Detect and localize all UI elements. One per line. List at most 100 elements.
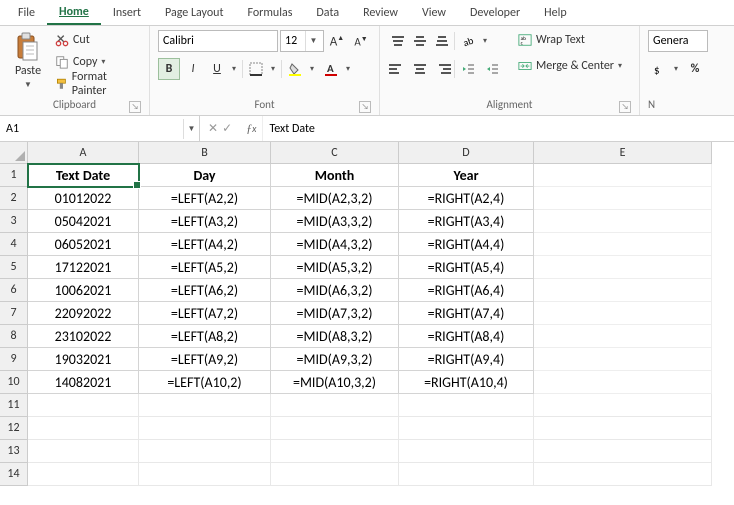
row-header-12[interactable]: 12 [0,417,28,440]
cell-C8[interactable]: =MID(A8,3,2) [271,325,399,348]
select-all-button[interactable] [0,142,28,164]
cell-B8[interactable]: =LEFT(A8,2) [139,325,271,348]
tab-insert[interactable]: Insert [101,0,153,25]
align-top-button[interactable] [388,32,408,50]
tab-home[interactable]: Home [47,0,101,25]
cell-C7[interactable]: =MID(A7,3,2) [271,302,399,325]
increase-font-button[interactable]: A▲ [326,30,348,52]
cell-D3[interactable]: =RIGHT(A3,4) [399,210,534,233]
row-header-6[interactable]: 6 [0,279,28,302]
cell-D4[interactable]: =RIGHT(A4,4) [399,233,534,256]
cell-E8[interactable] [534,325,712,348]
cell-B13[interactable] [139,440,271,463]
cell-B6[interactable]: =LEFT(A6,2) [139,279,271,302]
fx-icon[interactable]: ƒx [240,116,263,141]
font-size-input[interactable] [281,31,305,51]
cell-E14[interactable] [534,463,712,486]
align-right-button[interactable] [432,60,452,78]
column-header-A[interactable]: A [28,142,139,164]
cell-D11[interactable] [399,394,534,417]
cell-C2[interactable]: =MID(A2,3,2) [271,187,399,210]
tab-page-layout[interactable]: Page Layout [153,0,235,25]
cell-A13[interactable] [28,440,139,463]
cell-E5[interactable] [534,256,712,279]
tab-review[interactable]: Review [351,0,410,25]
cell-A7[interactable]: 22092022 [28,302,139,325]
orientation-button[interactable]: ab [457,30,479,52]
dialog-launcher-icon[interactable]: ↘ [359,101,371,113]
italic-button[interactable]: I [182,58,204,80]
align-bottom-button[interactable] [432,32,452,50]
orientation-menu[interactable]: ▾ [479,30,491,52]
wrap-text-button[interactable]: abc Wrap Text [515,30,625,50]
cell-D1[interactable]: Year [399,164,534,187]
row-header-14[interactable]: 14 [0,463,28,486]
row-header-10[interactable]: 10 [0,371,28,394]
cell-B3[interactable]: =LEFT(A3,2) [139,210,271,233]
font-color-menu[interactable]: ▾ [342,58,354,80]
cell-A14[interactable] [28,463,139,486]
fill-color-menu[interactable]: ▾ [306,58,318,80]
row-header-8[interactable]: 8 [0,325,28,348]
row-header-7[interactable]: 7 [0,302,28,325]
cell-C14[interactable] [271,463,399,486]
cell-A11[interactable] [28,394,139,417]
underline-button[interactable]: U [206,58,228,80]
cell-D13[interactable] [399,440,534,463]
merge-center-button[interactable]: Merge & Center ▾ [515,56,625,76]
cell-A3[interactable]: 05042021 [28,210,139,233]
cell-E9[interactable] [534,348,712,371]
cell-C3[interactable]: =MID(A3,3,2) [271,210,399,233]
tab-help[interactable]: Help [532,0,579,25]
cell-C13[interactable] [271,440,399,463]
cut-button[interactable]: Cut [52,30,141,50]
cell-E6[interactable] [534,279,712,302]
cell-B1[interactable]: Day [139,164,271,187]
cancel-icon[interactable]: ✕ [208,121,218,136]
align-middle-button[interactable] [410,32,430,50]
cell-A5[interactable]: 17122021 [28,256,139,279]
row-header-5[interactable]: 5 [0,256,28,279]
cell-E7[interactable] [534,302,712,325]
cell-C11[interactable] [271,394,399,417]
row-header-3[interactable]: 3 [0,210,28,233]
cell-A9[interactable]: 19032021 [28,348,139,371]
accounting-menu[interactable]: ▾ [670,58,682,80]
cell-D12[interactable] [399,417,534,440]
accounting-format-button[interactable]: $ [648,58,670,80]
formula-bar-input[interactable] [263,122,734,136]
font-name-combo[interactable]: ▼ [158,30,278,52]
column-header-B[interactable]: B [139,142,271,164]
tab-data[interactable]: Data [304,0,351,25]
enter-icon[interactable]: ✓ [222,121,232,136]
cell-D2[interactable]: =RIGHT(A2,4) [399,187,534,210]
dialog-launcher-icon[interactable]: ↘ [129,101,141,113]
dialog-launcher-icon[interactable]: ↘ [619,101,631,113]
row-header-11[interactable]: 11 [0,394,28,417]
align-left-button[interactable] [388,60,408,78]
format-painter-button[interactable]: Format Painter [52,74,141,94]
borders-menu[interactable]: ▾ [267,58,279,80]
bold-button[interactable]: B [158,58,180,80]
cell-D7[interactable]: =RIGHT(A7,4) [399,302,534,325]
cell-C6[interactable]: =MID(A6,3,2) [271,279,399,302]
cell-A8[interactable]: 23102022 [28,325,139,348]
cell-E1[interactable] [534,164,712,187]
cell-E3[interactable] [534,210,712,233]
cell-D8[interactable]: =RIGHT(A8,4) [399,325,534,348]
chevron-down-icon[interactable]: ▼ [183,119,199,139]
name-box[interactable]: ▼ [0,116,200,141]
row-header-13[interactable]: 13 [0,440,28,463]
cell-B4[interactable]: =LEFT(A4,2) [139,233,271,256]
cell-B10[interactable]: =LEFT(A10,2) [139,371,271,394]
column-header-C[interactable]: C [271,142,399,164]
chevron-down-icon[interactable]: ▼ [305,31,321,51]
name-box-input[interactable] [0,122,183,136]
font-color-button[interactable]: A [320,58,342,80]
cell-A6[interactable]: 10062021 [28,279,139,302]
cell-A10[interactable]: 14082021 [28,371,139,394]
copy-button[interactable]: Copy ▾ [52,52,141,72]
decrease-indent-button[interactable] [457,58,479,80]
cell-D9[interactable]: =RIGHT(A9,4) [399,348,534,371]
cell-B14[interactable] [139,463,271,486]
